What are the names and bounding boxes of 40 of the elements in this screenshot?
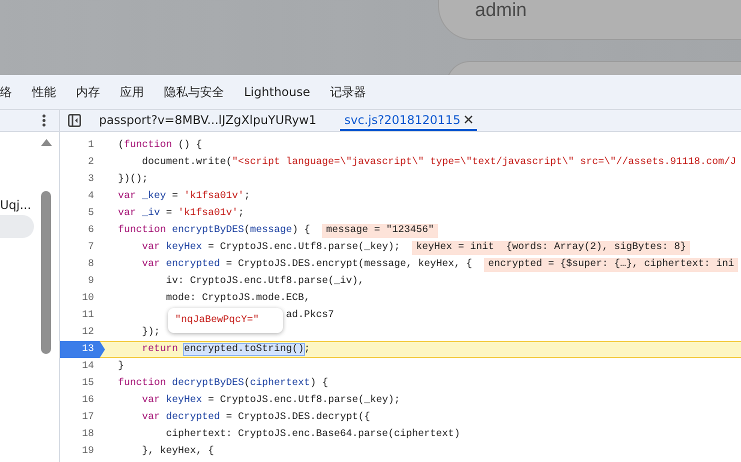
code-line: function encryptByDES(message) { [118,225,310,236]
code-line: }); [142,327,160,338]
sidebar-toggle-icon[interactable] [68,114,81,127]
panel-tab[interactable]: 络 [0,82,12,102]
line-number[interactable]: 13 [60,341,105,358]
code-line: } [118,361,124,372]
code-line: return encrypted.toString(); [142,344,310,355]
code-line: iv: CryptoJS.enc.Utf8.parse(_iv), [166,276,364,287]
inline-value: keyHex = init {words: Array(2), sigBytes: 8} [412,240,690,254]
panel-tab[interactable]: Lighthouse [244,83,310,101]
code-line: ciphertext: CryptoJS.enc.Base64.parse(ciphertext) [166,429,460,440]
code-line: var encrypted = CryptoJS.DES.encrypt(message, keyHex, { [142,259,472,270]
panel-tab[interactable]: 内存 [76,82,100,102]
close-icon[interactable] [464,115,474,124]
panel-tab[interactable]: 性能 [32,82,56,102]
code-line: ad.Pkcs7 [286,310,334,321]
panel-tab[interactable]: 隐私与安全 [164,82,224,102]
inline-value: message = "123456" [322,224,438,238]
code-line: mode: CryptoJS.mode.ECB, [166,293,310,304]
value-tooltip: "nqJaBewPqcY=" [168,308,283,333]
username-field[interactable]: admin [438,0,741,40]
code-line: var _key = 'k1fsa01v'; [118,191,250,202]
file-tab[interactable]: passport?v=8MBV...lJZgXlpuYURyw1 [95,110,320,131]
code-line: }, keyHex, { [142,446,214,457]
code-line: (function () { [118,140,202,151]
scrollbar-thumb[interactable] [41,191,51,354]
code-line: var keyHex = CryptoJS.enc.Utf8.parse(_key); [142,242,400,253]
more-icon[interactable] [42,114,46,127]
code-line: document.write("<script language=\"javascript\" type=\"text/javascript\" src=\"//assets.91118.com/J [142,157,736,168]
panel-tab[interactable]: 记录器 [330,82,366,102]
code-line: })(); [118,174,148,185]
code-line: var decrypted = CryptoJS.DES.decrypt({ [142,412,370,423]
inline-value: encrypted = {$super: {…}, ciphertext: ini [484,258,738,272]
code-line: var keyHex = CryptoJS.enc.Utf8.parse(_key); [142,395,400,406]
file-tab[interactable]: svc.js?2018120115 [340,110,478,131]
code-line: function decryptByDES(ciphertext) { [118,378,328,389]
navigator-item[interactable]: Uqj... [0,198,40,212]
code-line: var _iv = 'k1fsa01v'; [118,208,244,219]
panel-tab[interactable]: 应用 [120,82,144,102]
scroll-up-icon[interactable] [40,139,52,146]
